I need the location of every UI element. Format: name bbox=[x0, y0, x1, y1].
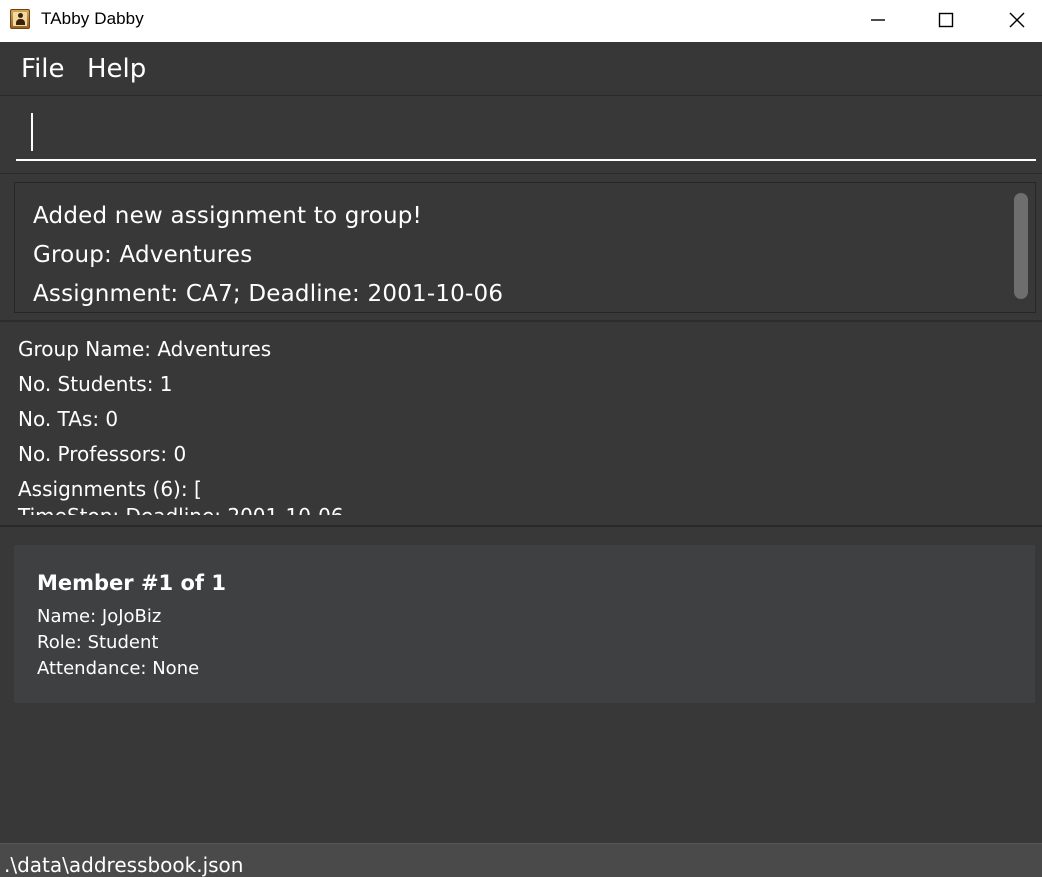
command-box-panel bbox=[0, 97, 1042, 174]
maximize-button[interactable] bbox=[923, 0, 969, 40]
app-icon-person-head bbox=[18, 13, 23, 18]
address-book-icon bbox=[10, 9, 30, 29]
minimize-icon bbox=[871, 19, 885, 21]
group-students-count: No. Students: 1 bbox=[18, 372, 173, 396]
group-assignment-item: TimeStop; Deadline: 2001-10-06 bbox=[18, 504, 344, 515]
window-title: TAbby Dabby bbox=[41, 9, 144, 28]
result-display-panel: Added new assignment to group! Group: Ad… bbox=[0, 175, 1042, 322]
group-info-viewport: Group Name: Adventures No. Students: 1 N… bbox=[0, 324, 1042, 515]
group-professors-count: No. Professors: 0 bbox=[18, 442, 187, 466]
menu-file[interactable]: File bbox=[21, 54, 65, 84]
status-bar: .\data\addressbook.json bbox=[0, 843, 1042, 877]
menu-help[interactable]: Help bbox=[87, 54, 146, 84]
title-bar: TAbby Dabby bbox=[0, 0, 1042, 42]
member-name: Name: JoJoBiz bbox=[37, 606, 162, 627]
result-display[interactable]: Added new assignment to group! Group: Ad… bbox=[14, 182, 1036, 313]
result-line: Assignment: CA7; Deadline: 2001-10-06 bbox=[33, 281, 504, 307]
member-role: Role: Student bbox=[37, 632, 159, 653]
close-button[interactable] bbox=[994, 0, 1040, 40]
app-icon-person-body bbox=[16, 19, 25, 25]
menu-bar: File Help bbox=[0, 42, 1042, 96]
maximize-icon bbox=[938, 12, 954, 28]
save-file-path: .\data\addressbook.json bbox=[4, 853, 244, 877]
member-list[interactable]: Member #1 of 1 Name: JoJoBiz Role: Stude… bbox=[0, 529, 1042, 843]
result-line: Added new assignment to group! bbox=[33, 203, 422, 229]
close-icon bbox=[1009, 12, 1025, 28]
command-input[interactable] bbox=[16, 109, 1036, 161]
member-card[interactable]: Member #1 of 1 Name: JoJoBiz Role: Stude… bbox=[14, 545, 1035, 703]
result-scrollbar[interactable] bbox=[1014, 193, 1028, 299]
group-name: Group Name: Adventures bbox=[18, 337, 272, 361]
result-line: Group: Adventures bbox=[33, 242, 253, 268]
group-tas-count: No. TAs: 0 bbox=[18, 407, 119, 431]
text-caret bbox=[31, 113, 33, 151]
member-attendance: Attendance: None bbox=[37, 658, 200, 679]
minimize-button[interactable] bbox=[855, 0, 901, 40]
group-assignments-header: Assignments (6): [ bbox=[18, 477, 202, 501]
group-info-panel[interactable]: Group Name: Adventures No. Students: 1 N… bbox=[0, 324, 1042, 527]
member-header: Member #1 of 1 bbox=[37, 571, 226, 595]
